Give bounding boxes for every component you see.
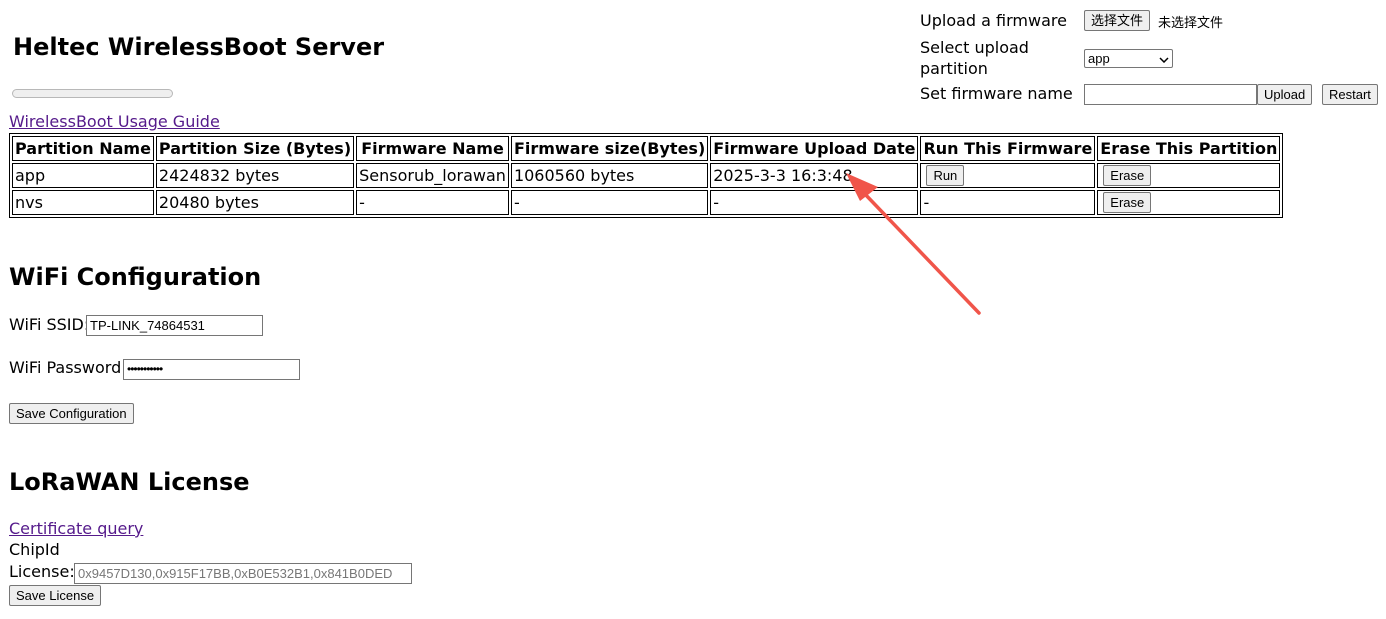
save-configuration-button[interactable]: Save Configuration xyxy=(9,403,134,424)
license-label: License: xyxy=(9,562,75,581)
column-header: Firmware Name xyxy=(356,136,509,161)
run-button[interactable]: Run xyxy=(926,165,965,186)
run-cell: Run xyxy=(920,163,1096,188)
partition-size-cell: 2424832 bytes xyxy=(155,163,355,188)
save-license-button[interactable]: Save License xyxy=(9,585,102,606)
select-partition-label-line1: Select upload xyxy=(920,38,1029,57)
erase-cell: Erase xyxy=(1097,190,1281,215)
wifi-ssid-input[interactable] xyxy=(86,315,263,336)
partition-name-cell: nvs xyxy=(12,190,154,215)
partition-size-cell: 20480 bytes xyxy=(155,190,355,215)
usage-guide-link[interactable]: WirelessBoot Usage Guide xyxy=(9,112,220,131)
column-header: Partition Name xyxy=(12,136,154,161)
firmware-name-input[interactable] xyxy=(1084,84,1257,105)
restart-button[interactable]: Restart xyxy=(1322,84,1378,105)
firmware-size-cell: - xyxy=(510,190,709,215)
table-row: app 2424832 bytes Sensorub_lorawan 10605… xyxy=(12,163,1281,188)
table-row: nvs 20480 bytes - - - - Erase xyxy=(12,190,1281,215)
chevron-down-icon xyxy=(1159,51,1169,66)
upload-button[interactable]: Upload xyxy=(1257,84,1313,105)
wifi-ssid-label: WiFi SSID: xyxy=(9,315,90,334)
license-input[interactable] xyxy=(74,563,412,584)
partition-name-cell: app xyxy=(12,163,154,188)
column-header: Firmware Upload Date xyxy=(710,136,919,161)
select-partition-label: Select upload partition xyxy=(920,37,1029,79)
chipid-label: ChipId xyxy=(9,540,60,559)
upload-firmware-label: Upload a firmware xyxy=(920,11,1067,30)
column-header: Erase This Partition xyxy=(1097,136,1281,161)
column-header: Partition Size (Bytes) xyxy=(155,136,355,161)
firmware-name-cell: - xyxy=(356,190,509,215)
page-title: Heltec WirelessBoot Server xyxy=(13,33,385,61)
column-header: Run This Firmware xyxy=(920,136,1096,161)
firmware-name-label: Set firmware name xyxy=(920,84,1073,103)
upload-date-cell: 2025-3-3 16:3:48 xyxy=(710,163,919,188)
upload-progress-bar xyxy=(12,89,173,98)
firmware-size-cell: 1060560 bytes xyxy=(510,163,709,188)
certificate-query-link[interactable]: Certificate query xyxy=(9,519,143,538)
lorawan-heading: LoRaWAN License xyxy=(9,468,250,496)
partition-select[interactable]: app xyxy=(1084,49,1173,68)
wifi-heading: WiFi Configuration xyxy=(9,263,262,291)
select-partition-label-line2: partition xyxy=(920,59,988,78)
partition-table: Partition Name Partition Size (Bytes) Fi… xyxy=(9,133,1284,218)
partition-select-value: app xyxy=(1088,51,1110,66)
wifi-password-input[interactable]: ••••••••••• xyxy=(123,359,300,380)
erase-button[interactable]: Erase xyxy=(1103,165,1152,186)
table-header-row: Partition Name Partition Size (Bytes) Fi… xyxy=(12,136,1281,161)
wifi-password-label: WiFi Password: xyxy=(9,358,127,377)
firmware-name-cell: Sensorub_lorawan xyxy=(356,163,509,188)
choose-file-button[interactable]: 选择文件 xyxy=(1084,10,1151,31)
erase-cell: Erase xyxy=(1097,163,1281,188)
run-cell: - xyxy=(920,190,1096,215)
upload-date-cell: - xyxy=(710,190,919,215)
no-file-chosen-text: 未选择文件 xyxy=(1158,16,1224,31)
column-header: Firmware size(Bytes) xyxy=(510,136,709,161)
erase-button[interactable]: Erase xyxy=(1103,192,1152,213)
